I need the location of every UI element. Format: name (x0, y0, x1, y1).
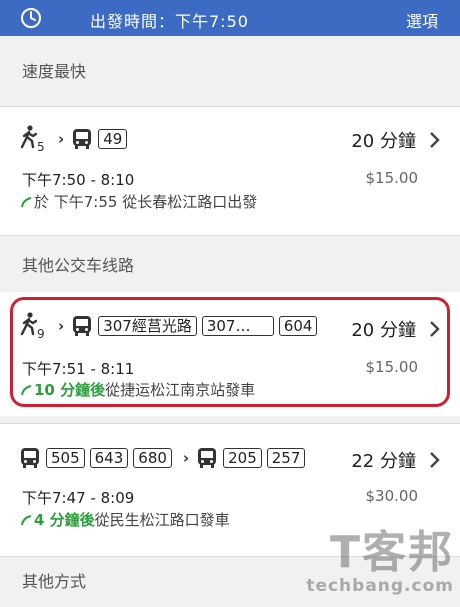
departure-text: 於 下午7:55 從长春松江路口出發 (34, 193, 258, 211)
departure-text: 從民生松江路口發車 (94, 511, 230, 529)
departure-info: 4 分鐘後從民生松江路口發車 (20, 509, 230, 530)
section-header-other-bus: 其他公交车线路 (0, 236, 460, 292)
route-legs: 5 › 49 (20, 123, 132, 155)
departure-countdown: 4 分鐘後 (34, 511, 95, 529)
bus-icon (21, 448, 39, 468)
route-legs: 505 643 680 › 205 257 (20, 442, 310, 474)
bus-icon (198, 448, 217, 468)
trip-price: $30.00 (365, 487, 419, 505)
bus-route-badge: 205 (223, 448, 262, 468)
bus-route-badge: 49 (98, 129, 128, 149)
departure-info: 於 下午7:55 從长春松江路口出發 (20, 191, 257, 212)
chevron-right-icon: › (58, 130, 65, 148)
bus-icon (73, 129, 92, 149)
options-button[interactable]: 選項 (406, 8, 438, 32)
watermark: T客邦 techbang.com (306, 527, 454, 597)
realtime-icon (21, 197, 32, 208)
trip-times: 下午7:50 - 8:10 (22, 171, 135, 189)
section-header-fastest: 速度最快 (0, 36, 460, 106)
highlight-frame (10, 297, 450, 407)
bus-route-badge: 643 (89, 448, 129, 468)
trip-times: 下午7:47 - 8:09 (22, 489, 135, 507)
realtime-icon (21, 515, 32, 526)
bus-route-badge: 505 (46, 448, 85, 468)
trip-duration: 20 分鐘 (351, 131, 416, 152)
route-card-1[interactable]: 5 › 49 20 分鐘 下午7:50 - 8:10 $15.00 於 下午7:… (0, 107, 460, 235)
bus-route-badge: 257 (266, 448, 306, 468)
trip-price: $15.00 (365, 169, 419, 187)
trip-duration: 22 分鐘 (351, 451, 416, 472)
chevron-right-icon: › (182, 449, 190, 467)
walk-leg: 5 (20, 125, 45, 154)
clock-icon[interactable] (20, 7, 42, 29)
top-bar: 出發時間：下午7:50 選項 (0, 0, 460, 36)
chevron-right-icon[interactable] (428, 131, 440, 149)
watermark-logo: T客邦 (329, 527, 454, 578)
bus-route-badge: 680 (133, 448, 172, 468)
watermark-site: techbang.com (306, 576, 454, 596)
chevron-right-icon[interactable] (428, 451, 440, 469)
departure-time-button[interactable]: 出發時間：下午7:50 (90, 8, 249, 32)
walk-minutes: 5 (37, 140, 45, 154)
walk-icon (20, 125, 38, 149)
